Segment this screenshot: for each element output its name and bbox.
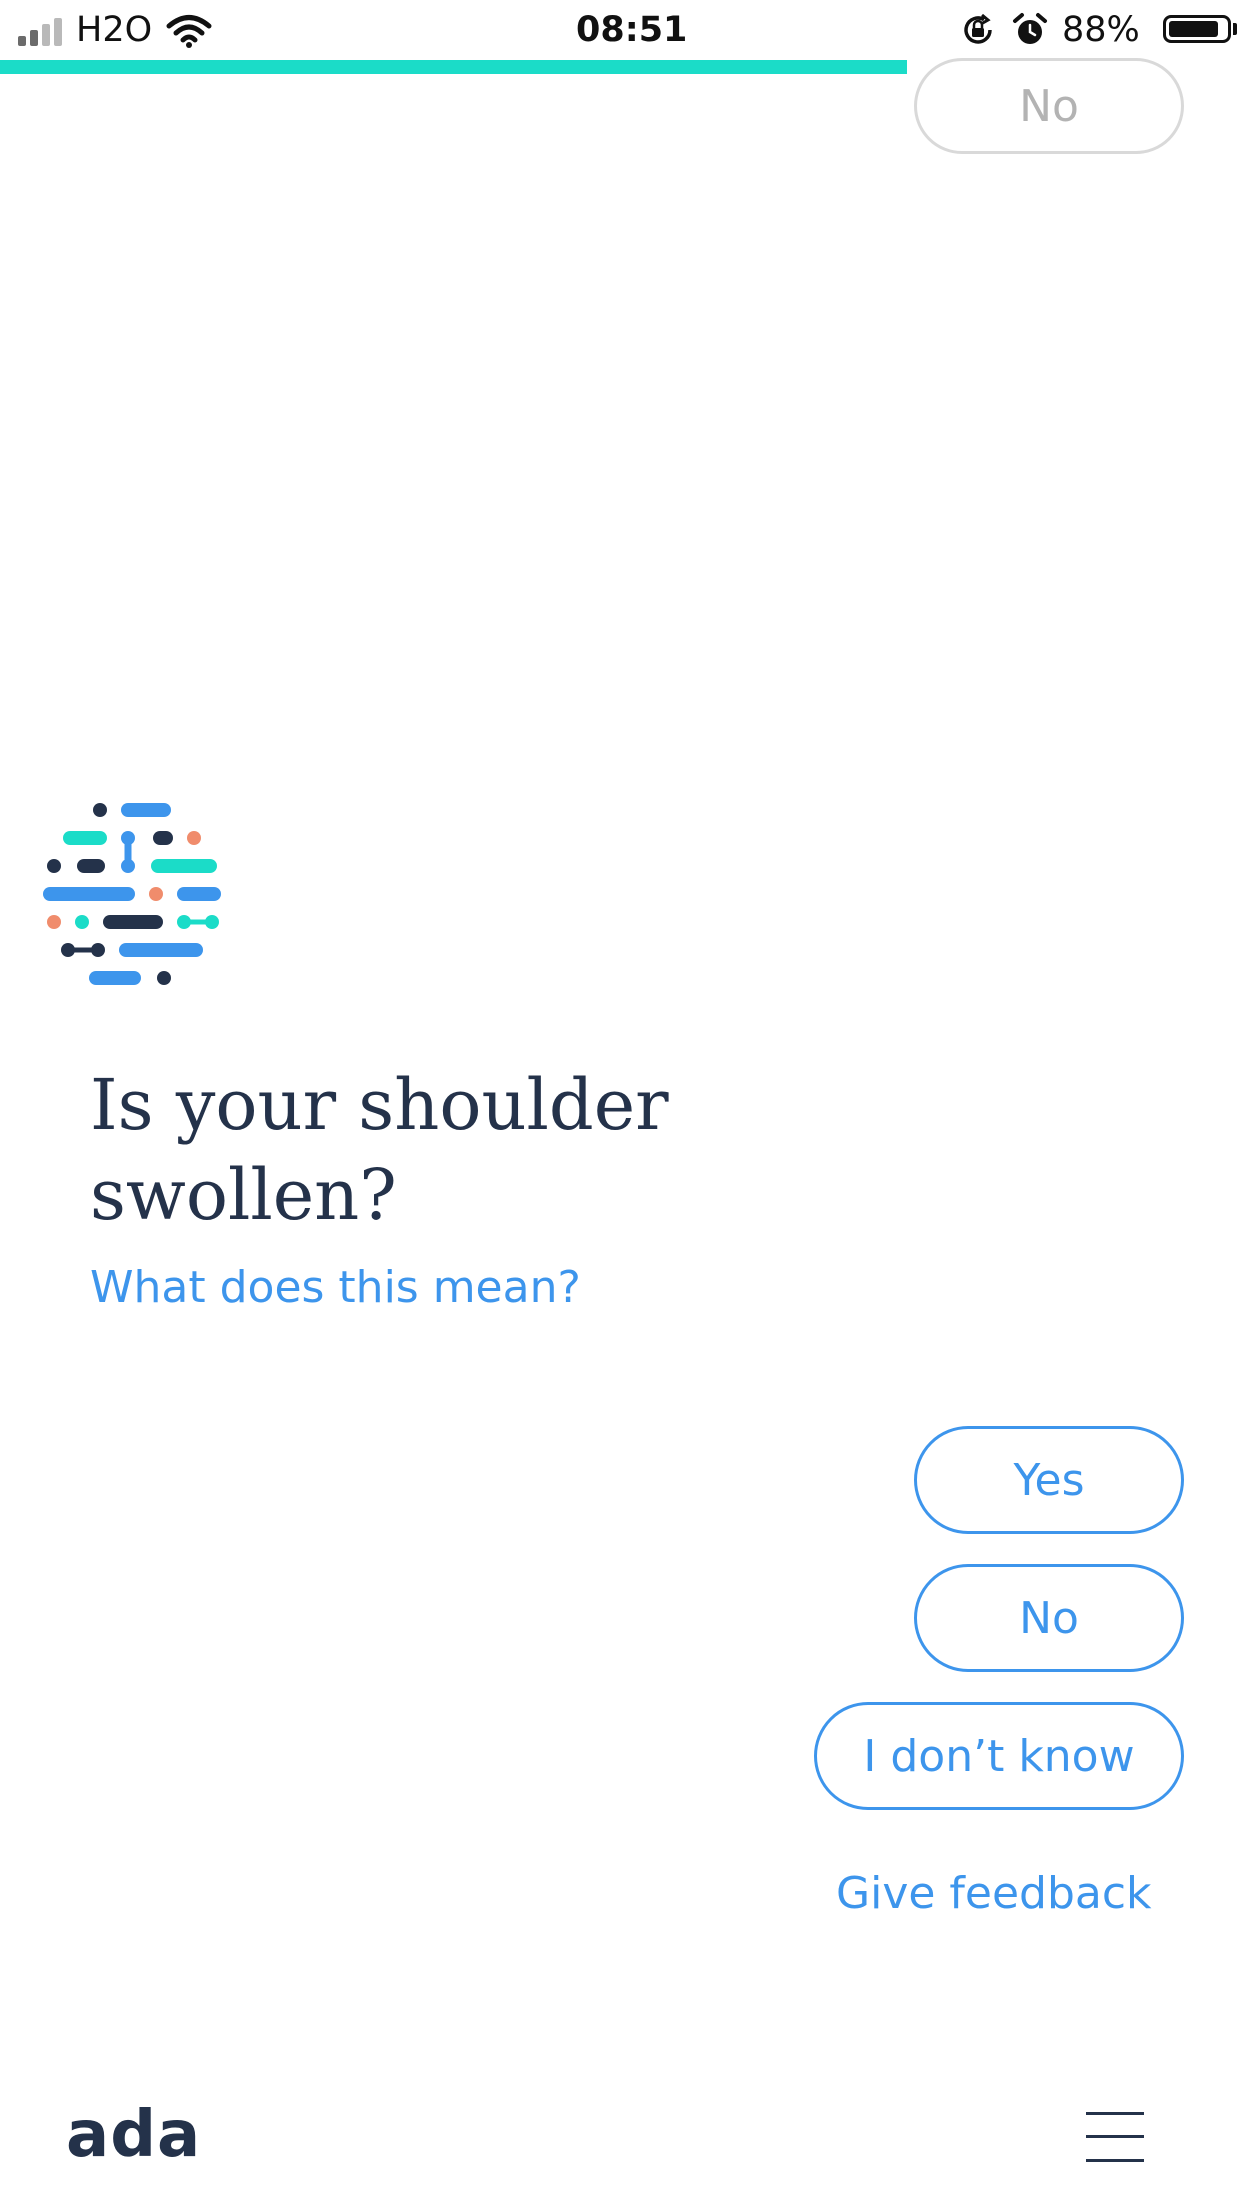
give-feedback-link[interactable]: Give feedback: [836, 1868, 1152, 1919]
status-bar: H2O 08:51 88%: [0, 0, 1242, 62]
wifi-icon: [166, 15, 212, 48]
answer-no-button[interactable]: No: [914, 1564, 1184, 1672]
battery-cap: [1233, 23, 1237, 35]
answer-yes-label: Yes: [1013, 1454, 1085, 1506]
previous-answer-label: No: [1019, 80, 1079, 132]
hamburger-menu-icon[interactable]: [1086, 2112, 1144, 2162]
help-link[interactable]: What does this mean?: [90, 1262, 581, 1313]
signal-icon: [18, 16, 68, 46]
ada-logo[interactable]: ada: [66, 2098, 201, 2172]
answer-yes-button[interactable]: Yes: [914, 1426, 1184, 1534]
previous-answer-bubble: No: [914, 58, 1184, 154]
clock: 08:51: [576, 10, 688, 50]
carrier-label: H2O: [76, 10, 153, 50]
answer-no-label: No: [1019, 1592, 1079, 1644]
progress-fill: [0, 60, 907, 74]
battery-percent: 88%: [1062, 10, 1140, 50]
battery-icon: [1163, 15, 1231, 43]
ada-dots-logo-icon: [43, 803, 221, 985]
question-text: Is your shoulder swollen?: [90, 1064, 669, 1236]
alarm-icon: [1013, 13, 1047, 44]
answer-dont-know-label: I don’t know: [863, 1730, 1135, 1782]
answer-dont-know-button[interactable]: I don’t know: [814, 1702, 1184, 1810]
rotation-lock-icon: [964, 13, 992, 44]
